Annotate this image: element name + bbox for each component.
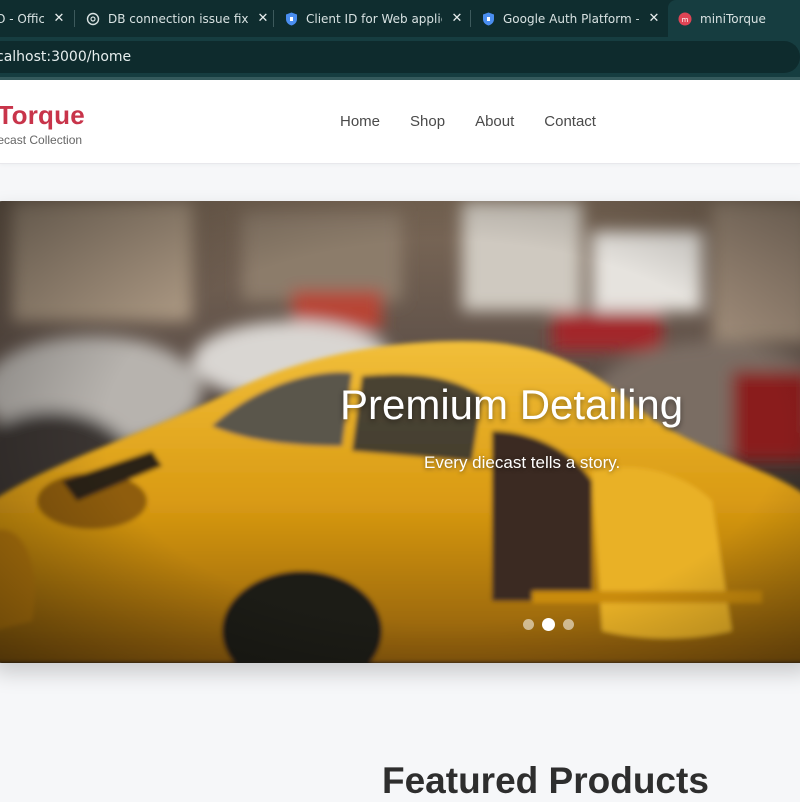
nav-about[interactable]: About — [475, 113, 514, 130]
brand-tagline: n Diecast Collection — [0, 133, 83, 147]
brand-logo[interactable]: niTorque n Diecast Collection — [0, 100, 85, 147]
tab-separator — [470, 10, 471, 27]
close-icon[interactable]: ✕ — [50, 11, 68, 26]
brand-name: niTorque — [0, 100, 85, 130]
browser-tab-strip: O - Offic ✕ DB connection issue fix ✕ Cl… — [0, 0, 800, 37]
browser-tab[interactable]: Client ID for Web applicatio ✕ — [284, 0, 466, 37]
close-icon[interactable]: ✕ — [448, 11, 466, 26]
hero-subtitle: Every diecast tells a story. — [424, 453, 621, 472]
browser-tab[interactable]: DB connection issue fix ✕ — [86, 0, 272, 37]
url-field[interactable]: calhost:3000/home — [0, 41, 800, 73]
featured-heading: Featured Products — [382, 760, 709, 801]
tab-title: Google Auth Platform – My — [503, 11, 639, 26]
browser-tab[interactable]: Google Auth Platform – My ✕ — [481, 0, 663, 37]
google-cloud-shield-icon — [284, 12, 298, 26]
carousel-dot-1[interactable] — [523, 619, 534, 630]
tab-title: O - Offic — [0, 11, 44, 26]
chatgpt-icon — [86, 12, 100, 26]
tab-title: Client ID for Web applicatio — [306, 11, 442, 26]
hero-carousel[interactable]: Premium Detailing Every diecast tells a … — [0, 201, 800, 663]
main-nav: Home Shop About Contact — [340, 113, 626, 130]
minitorque-favicon: m — [678, 12, 692, 26]
url-text: calhost:3000/home — [0, 49, 132, 65]
browser-tab-active[interactable]: m miniTorque — [668, 0, 800, 37]
svg-text:m: m — [682, 16, 689, 24]
tab-title: DB connection issue fix — [108, 11, 248, 26]
nav-contact[interactable]: Contact — [544, 113, 596, 130]
tab-separator — [74, 10, 75, 27]
carousel-dot-2[interactable] — [542, 618, 555, 631]
close-icon[interactable]: ✕ — [254, 11, 272, 26]
carousel-indicators — [523, 618, 574, 631]
site-header: niTorque n Diecast Collection Home Shop … — [0, 80, 800, 164]
hero-caption: Premium Detailing Every diecast tells a … — [0, 201, 800, 663]
carousel-dot-3[interactable] — [563, 619, 574, 630]
hero-title: Premium Detailing — [340, 381, 684, 428]
tab-title: miniTorque — [700, 11, 766, 26]
nav-home[interactable]: Home — [340, 113, 380, 130]
nav-shop[interactable]: Shop — [410, 113, 445, 130]
browser-address-bar: calhost:3000/home — [0, 37, 800, 79]
tab-separator — [273, 10, 274, 27]
browser-tab[interactable]: O - Offic ✕ — [0, 0, 68, 37]
google-cloud-shield-icon — [481, 12, 495, 26]
close-icon[interactable]: ✕ — [645, 11, 663, 26]
